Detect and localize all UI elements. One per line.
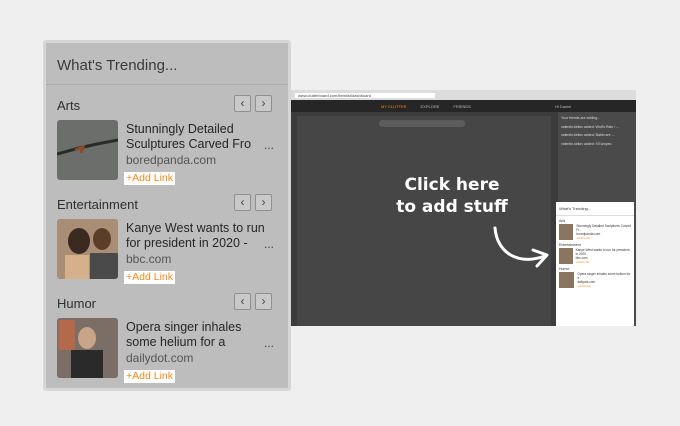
- article-headline[interactable]: Kanye West wants to run for president in…: [126, 221, 272, 251]
- mini-row: Kanye West wants to run for president in…: [556, 248, 634, 264]
- mini-add: +Add Link: [576, 236, 590, 240]
- more-options-icon[interactable]: ...: [264, 138, 274, 152]
- article-source: boredpanda.com: [126, 153, 217, 167]
- next-chevron-icon[interactable]: ›: [255, 194, 272, 211]
- url-text: www.clutterboard.com/itemlist/dashboard: [295, 92, 435, 98]
- mini-add: +Add Link: [577, 284, 591, 288]
- trending-section-humor: Humor ‹ › Opera singer inhales some heli…: [46, 283, 288, 383]
- panel-title: What's Trending...: [46, 43, 288, 85]
- mini-heading: Humor: [559, 267, 570, 271]
- more-options-icon[interactable]: ...: [264, 237, 274, 251]
- next-chevron-icon[interactable]: ›: [255, 95, 272, 112]
- mini-thumbnail: [559, 224, 574, 240]
- friend-item: valentin.kirilov added: Il Europeo: [561, 141, 612, 146]
- browser-address-bar: www.clutterboard.com/itemlist/dashboard: [291, 90, 636, 100]
- article-source: dailydot.com: [126, 351, 194, 365]
- section-heading: Arts: [57, 98, 81, 113]
- trending-section-arts: Arts ‹ › Stunningly Detailed Sculptures …: [46, 85, 288, 185]
- section-heading: Humor: [57, 296, 97, 311]
- callout-line: to add stuff: [396, 197, 508, 217]
- prev-chevron-icon[interactable]: ‹: [234, 95, 251, 112]
- article-headline[interactable]: Opera singer inhales some helium for a: [126, 320, 272, 350]
- user-greeting: Hi Daniel: [554, 103, 572, 109]
- article-thumbnail[interactable]: [57, 318, 118, 378]
- trending-section-entertainment: Entertainment ‹ › Kanye West wants to ru…: [46, 184, 288, 284]
- mini-add: +Add Link: [575, 260, 590, 264]
- mini-title: What's Trending...: [556, 202, 634, 216]
- callout-text: Click here to add stuff: [394, 174, 510, 218]
- article-thumbnail[interactable]: [57, 120, 118, 180]
- mini-text: Stunningly Detailed Sculptures Carved Fr…: [576, 224, 631, 232]
- mini-trending-panel: What's Trending... Arts Stunningly Detai…: [556, 202, 634, 326]
- mini-heading: Arts: [559, 219, 566, 223]
- nav-explore: EXPLORE: [420, 103, 440, 109]
- prev-chevron-icon[interactable]: ‹: [234, 194, 251, 211]
- friends-title: Your friends are adding...: [561, 116, 600, 120]
- next-chevron-icon[interactable]: ›: [255, 293, 272, 310]
- mini-row: Stunningly Detailed Sculptures Carved Fr…: [556, 224, 634, 240]
- nav-friends: FRIENDS: [453, 103, 471, 109]
- article-source: bbc.com: [126, 252, 172, 266]
- callout-line: Click here: [404, 175, 500, 195]
- dashboard-area: [297, 116, 551, 326]
- add-link-button[interactable]: +Add Link: [124, 370, 175, 383]
- prev-chevron-icon[interactable]: ‹: [234, 293, 251, 310]
- app-nav-bar: MY CLUTTER EXPLORE FRIENDS Hi Daniel: [291, 100, 636, 112]
- article-headline[interactable]: Stunningly Detailed Sculptures Carved Fr…: [126, 122, 272, 152]
- section-heading: Entertainment: [57, 197, 138, 212]
- nav-my-clutter: MY CLUTTER: [381, 103, 407, 109]
- article-thumbnail[interactable]: [57, 219, 118, 279]
- mini-text: Opera singer inhales some helium for a: [577, 272, 631, 280]
- mini-thumbnail: [559, 248, 573, 264]
- mini-row: Opera singer inhales some helium for a da…: [556, 272, 634, 288]
- mini-thumbnail: [559, 272, 575, 288]
- mini-text: Kanye West wants to run for president in…: [575, 248, 630, 256]
- search-box: [379, 120, 465, 127]
- mini-heading: Entertainment: [559, 243, 581, 247]
- friend-item: valentin.kirilov added: Wolf's Rain / ..…: [561, 124, 619, 129]
- friend-item: valentin.kirilov added: Bablo are ...: [561, 133, 615, 137]
- more-options-icon[interactable]: ...: [264, 336, 274, 350]
- trending-panel: What's Trending... Arts ‹ › Stunningly D…: [43, 40, 291, 391]
- curved-arrow-icon: [493, 226, 549, 268]
